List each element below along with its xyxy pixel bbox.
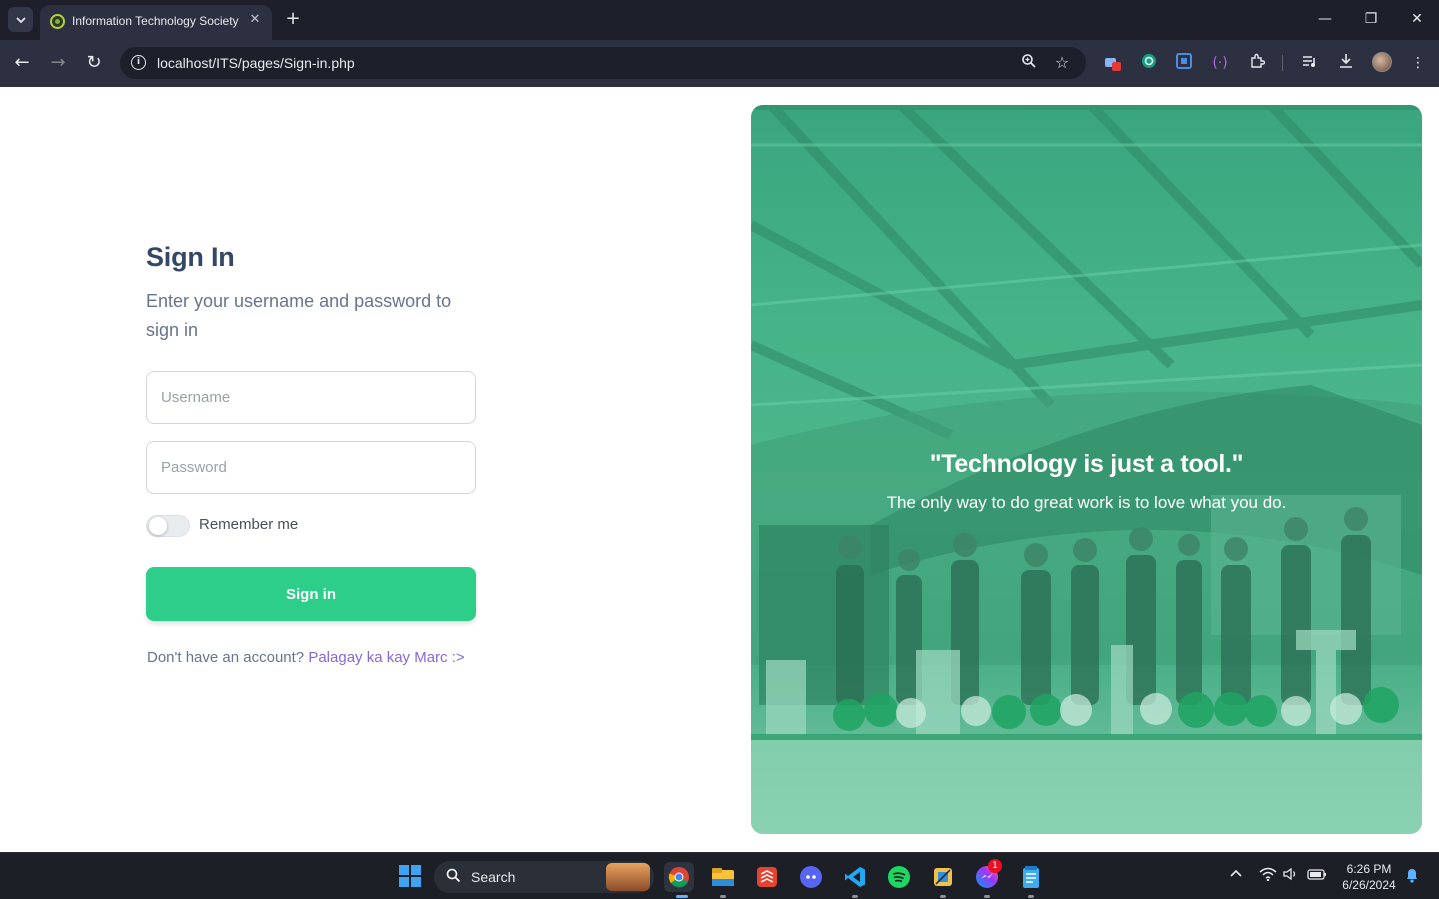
close-tab-icon[interactable]: ✕ [246,11,264,29]
hero-quote: "Technology is just a tool." The only wa… [751,450,1422,513]
taskbar-search-label: Search [471,869,516,885]
extension-video-icon[interactable] [1103,53,1123,73]
browser-toolbar: ← → ↻ i localhost/ITS/pages/Sign-in.php … [0,40,1439,87]
toggle-knob [149,517,167,535]
search-icon [446,868,461,887]
zoom-icon[interactable] [1019,53,1039,73]
signin-heading: Sign In [146,242,235,272]
profile-avatar[interactable] [1372,52,1392,72]
restore-window-icon[interactable]: ❐ [1361,9,1381,29]
clock-time: 6:26 PM [1346,862,1392,876]
remember-me-toggle[interactable] [146,515,190,537]
address-url[interactable]: localhost/ITS/pages/Sign-in.php [157,55,355,71]
show-hidden-icons-icon[interactable] [1229,867,1243,885]
taskbar-clock[interactable]: 6:26 PM 6/26/2024 [1333,861,1405,893]
bookmark-star-icon[interactable]: ☆ [1052,53,1072,73]
chatgpt-extension-icon[interactable] [1139,53,1159,73]
minimize-window-icon[interactable]: — [1315,9,1335,29]
wifi-icon[interactable] [1259,867,1277,885]
no-account-text: Don't have an account? Palagay ka kay Ma… [147,649,465,666]
windows-taskbar: Search 1 6:26 PM 6/26/2024 [0,852,1439,899]
vscode-running-indicator [852,895,858,898]
tab-search-button[interactable] [8,7,33,32]
code-extension-icon[interactable]: (·) [1210,53,1230,73]
back-arrow-icon[interactable]: ← [11,52,33,74]
messenger-badge: 1 [988,859,1002,873]
username-input[interactable] [146,371,476,424]
messenger-running-indicator [984,895,990,898]
screenshot-extension-icon[interactable] [1174,53,1194,73]
battery-icon[interactable] [1307,867,1327,885]
volume-icon[interactable] [1283,867,1299,885]
remember-me-label[interactable]: Remember me [199,516,298,533]
more-menu-icon[interactable]: ⋮ [1408,53,1428,73]
snipping-running-indicator [940,895,946,898]
notepad-app-icon[interactable] [1016,862,1046,892]
signin-subtitle: Enter your username and password to sign… [146,291,452,340]
discord-app-icon[interactable] [796,862,826,892]
page-content: Sign In Enter your username and password… [0,87,1439,852]
toolbar-separator [1282,55,1283,71]
forward-arrow-icon[interactable]: → [47,52,69,74]
todoist-app-icon[interactable] [752,862,782,892]
register-link[interactable]: Palagay ka kay Marc :> [308,649,464,666]
media-controls-icon[interactable] [1300,53,1320,73]
file-explorer-icon[interactable] [708,862,738,892]
browser-tab-bar: Information Technology Society ✕ + — ❐ ✕ [0,0,1439,40]
clock-date: 6/26/2024 [1342,878,1396,892]
snipping-tool-icon[interactable] [928,862,958,892]
site-info-icon[interactable]: i [131,55,146,70]
explorer-running-indicator [720,895,726,898]
download-icon[interactable] [1336,53,1356,73]
reload-icon[interactable]: ↻ [83,52,105,74]
chrome-active-indicator [676,895,688,898]
browser-tab-active[interactable]: Information Technology Society ✕ [40,5,272,40]
new-tab-button[interactable]: + [283,9,303,29]
hero-quote-title: "Technology is just a tool." [929,450,1244,478]
address-bar[interactable]: i localhost/ITS/pages/Sign-in.php ☆ [120,47,1086,79]
hero-image-panel: "Technology is just a tool." The only wa… [751,105,1422,834]
chevron-down-icon [15,16,26,23]
notepad-running-indicator [1028,895,1034,898]
spotify-app-icon[interactable] [884,862,914,892]
chrome-app-icon[interactable] [664,862,694,892]
search-highlight-image [606,863,650,891]
hero-quote-caption: The only way to do great work is to love… [886,493,1287,512]
no-account-label: Don't have an account? [147,649,305,666]
site-favicon-icon [50,14,65,29]
taskbar-search[interactable]: Search [434,861,654,893]
vscode-app-icon[interactable] [840,862,870,892]
extensions-puzzle-icon[interactable] [1247,53,1267,73]
windows-start-icon[interactable] [399,865,421,887]
signin-button[interactable]: Sign in [146,567,476,621]
tab-title: Information Technology Society [72,14,239,28]
notification-bell-icon[interactable] [1405,867,1419,887]
password-input[interactable] [146,441,476,494]
close-window-icon[interactable]: ✕ [1407,9,1427,29]
signin-form: Sign In Enter your username and password… [146,242,476,666]
